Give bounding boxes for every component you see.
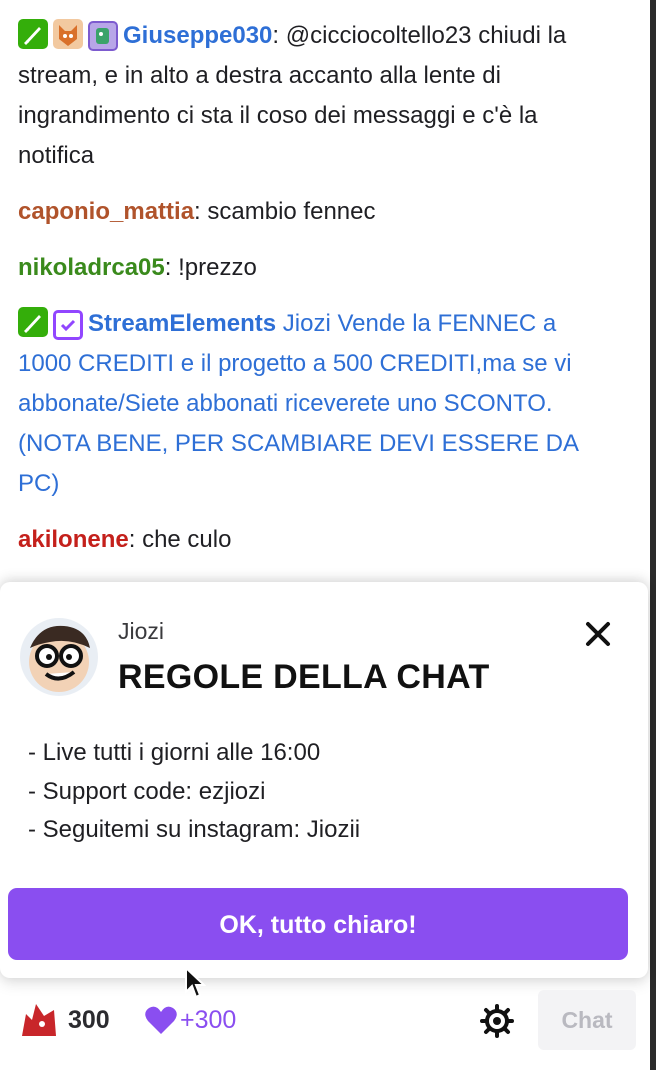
chat-text: che culo — [142, 526, 232, 553]
rule-item: - Seguitemi su instagram: Jiozii — [28, 816, 361, 843]
chat-message: StreamElements Jiozi Vende la FENNEC a 1… — [18, 304, 608, 504]
chat-text: scambio fennec — [207, 198, 376, 225]
streamer-avatar — [20, 618, 98, 696]
chat-rules-modal: Jiozi REGOLE DELLA CHAT - Live tutti i g… — [0, 582, 648, 978]
chat-text: !prezzo — [178, 254, 257, 281]
close-icon[interactable] — [580, 616, 616, 652]
rule-item: - Live tutti i giorni alle 16:00 — [28, 739, 321, 766]
chat-separator: : — [164, 254, 179, 281]
rules-title: REGOLE DELLA CHAT — [118, 658, 490, 696]
chat-username[interactable]: nikoladrca05 — [18, 254, 165, 281]
subscriber-badge-icon[interactable] — [88, 21, 118, 51]
bonus-points[interactable]: +300 — [180, 1006, 236, 1035]
channel-points-count[interactable]: 300 — [68, 1006, 110, 1035]
rule-item: - Support code: ezjiozi — [28, 777, 266, 805]
gear-icon[interactable] — [480, 1004, 514, 1038]
chat-separator — [276, 310, 283, 337]
chat-message: Giuseppe030: @cicciocoltello23 chiudi la… — [18, 16, 608, 176]
sword-badge-icon[interactable] — [18, 307, 48, 337]
chat-log: Giuseppe030: @cicciocoltello23 chiudi la… — [18, 16, 608, 576]
chat-bottom-bar: 300 +300 Chat — [0, 990, 650, 1052]
confirm-rules-button[interactable]: OK, tutto chiaro! — [8, 888, 628, 960]
heart-icon[interactable] — [144, 1004, 178, 1036]
streamer-name: Jiozi — [118, 618, 165, 644]
chat-separator: : — [272, 22, 286, 49]
sword-badge-icon[interactable] — [18, 19, 48, 49]
chat-message: caponio_mattia: scambio fennec — [18, 192, 608, 232]
channel-points-icon[interactable] — [18, 1000, 60, 1040]
chat-message: nikoladrca05: !prezzo — [18, 248, 608, 288]
chat-message: akilonene: che culo — [18, 520, 608, 560]
fox-badge-icon[interactable] — [53, 19, 83, 49]
chat-username[interactable]: akilonene — [18, 526, 129, 553]
rules-list: - Live tutti i giorni alle 16:00 - Suppo… — [28, 734, 360, 850]
chat-username[interactable]: Giuseppe030 — [123, 22, 272, 49]
verified-badge-icon[interactable] — [53, 310, 83, 340]
chat-separator: : — [128, 526, 143, 553]
chat-text: Jiozi Vende la FENNEC a 1000 CREDITI e i… — [18, 310, 578, 497]
chat-send-button[interactable]: Chat — [538, 990, 636, 1050]
window-edge — [650, 0, 656, 1070]
chat-username[interactable]: caponio_mattia — [18, 198, 194, 225]
chat-separator: : — [194, 198, 208, 225]
chat-username[interactable]: StreamElements — [88, 310, 276, 337]
